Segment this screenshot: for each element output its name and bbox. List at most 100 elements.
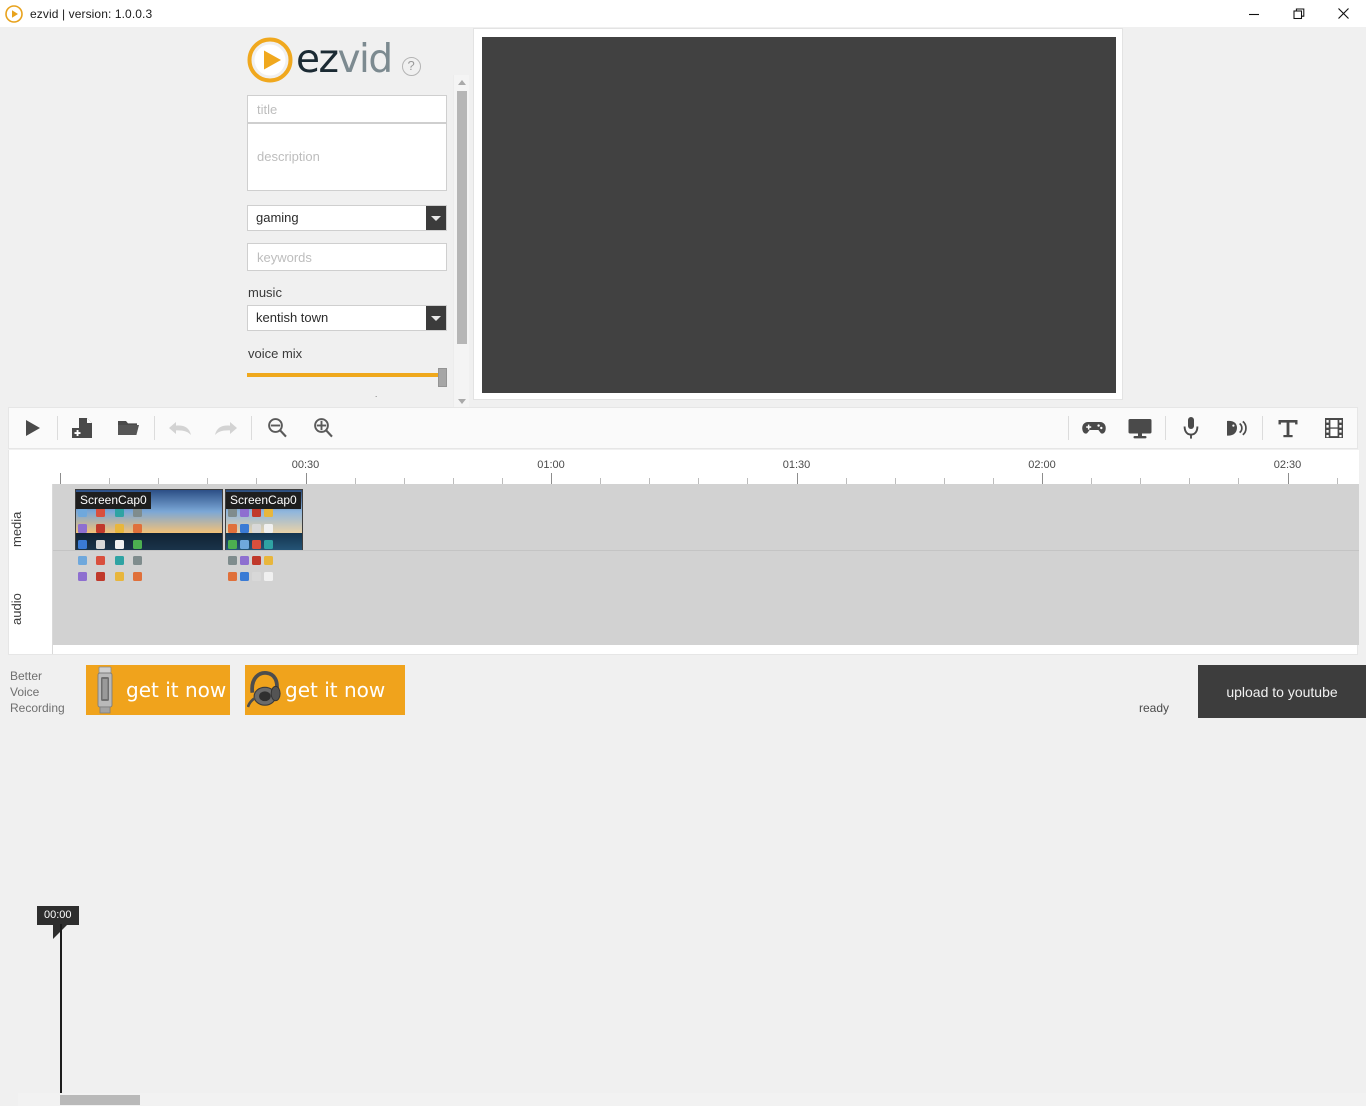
ruler-label: 02:00	[1028, 459, 1056, 471]
preview-panel	[473, 28, 1123, 400]
music-select[interactable]: kentish town	[247, 305, 447, 331]
description-input[interactable]	[247, 123, 447, 191]
video-preview-surface[interactable]	[482, 37, 1116, 393]
zoom-out-icon	[265, 416, 289, 440]
details-panel-vertical-scrollbar[interactable]	[453, 75, 469, 408]
close-button[interactable]	[1321, 0, 1366, 27]
headset-photo	[247, 666, 281, 714]
desktop-icon	[78, 508, 87, 517]
promo-ad-headset[interactable]: get it now	[245, 665, 405, 715]
toolbar-divider	[154, 416, 155, 440]
desktop-icon	[264, 524, 273, 533]
bottom-bar: Better Voice Recording get it now get it…	[0, 657, 1366, 722]
editor-toolbar	[8, 407, 1358, 449]
promo-tagline-line2: Voice	[10, 684, 65, 700]
text-tool-icon	[1276, 416, 1300, 440]
playhead-line[interactable]	[60, 924, 62, 1094]
toolbar-divider	[1262, 416, 1263, 440]
capture-game-button[interactable]	[1071, 407, 1117, 449]
clip-label: ScreenCap0	[226, 492, 301, 509]
record-voice-button[interactable]	[1168, 407, 1214, 449]
add-media-button[interactable]	[60, 407, 106, 449]
category-select[interactable]: gaming	[247, 205, 447, 231]
zoom-out-button[interactable]	[254, 407, 300, 449]
ruler-label: 02:30	[1274, 459, 1302, 471]
ruler-tick-major	[797, 473, 798, 484]
text-to-speech-button[interactable]	[1214, 407, 1260, 449]
desktop-icon	[228, 540, 237, 549]
undo-icon	[167, 417, 193, 439]
desktop-icon	[133, 556, 142, 565]
minimize-icon	[1248, 8, 1260, 20]
play-circle-icon	[5, 5, 23, 23]
zoom-in-button[interactable]	[300, 407, 346, 449]
desktop-icon	[78, 540, 87, 549]
timeline-ruler[interactable]: 00:3001:0001:3002:0002:30	[9, 450, 1359, 484]
desktop-icon	[96, 572, 105, 581]
keywords-input[interactable]	[247, 243, 447, 271]
desktop-icon	[133, 508, 142, 517]
status-text: ready	[1139, 701, 1169, 715]
desktop-icon	[96, 524, 105, 533]
desktop-icon	[228, 508, 237, 517]
promo-tagline-line1: Better	[10, 668, 65, 684]
restore-button[interactable]	[1276, 0, 1321, 27]
timeline[interactable]: 00:3001:0001:3002:0002:30 media audio Sc…	[8, 450, 1358, 655]
desktop-icon	[264, 572, 273, 581]
close-icon	[1337, 7, 1350, 20]
open-folder-button[interactable]	[106, 407, 152, 449]
chevron-down-icon[interactable]	[426, 206, 446, 230]
voice-mix-slider[interactable]	[247, 368, 447, 382]
desktop-icon	[78, 524, 87, 533]
minimize-button[interactable]	[1231, 0, 1276, 27]
timeline-horizontal-scrollbar[interactable]	[18, 1093, 1366, 1106]
scroll-up-icon[interactable]	[454, 75, 470, 89]
promo-ad-microphone[interactable]: get it now	[86, 665, 230, 715]
promo-ad-microphone-label: get it now	[126, 678, 226, 702]
ruler-label: 01:30	[783, 459, 811, 471]
voice-mix-slider-handle[interactable]	[438, 368, 447, 387]
ruler-label: 01:00	[537, 459, 565, 471]
desktop-icon	[115, 572, 124, 581]
desktop-icon	[96, 540, 105, 549]
media-track[interactable]: ScreenCap0ScreenCap0	[53, 484, 1359, 550]
zoom-in-icon	[311, 416, 335, 440]
play-button[interactable]	[9, 407, 55, 449]
desktop-icon	[252, 524, 261, 533]
slideshow-button[interactable]	[1311, 407, 1357, 449]
redo-button[interactable]	[203, 407, 249, 449]
desktop-icon	[240, 572, 249, 581]
desktop-icon	[228, 524, 237, 533]
title-input[interactable]	[247, 95, 447, 123]
upload-to-youtube-button[interactable]: upload to youtube	[1198, 665, 1366, 718]
timeline-scrollbar-thumb[interactable]	[60, 1095, 140, 1105]
window-title: ezvid | version: 1.0.0.3	[30, 7, 152, 21]
desktop-icon	[115, 540, 124, 549]
window-controls	[1231, 0, 1366, 27]
voice-mix-slider-track	[247, 373, 443, 377]
help-icon[interactable]: ?	[402, 57, 421, 76]
scroll-down-icon[interactable]	[454, 394, 470, 408]
speech-synth-icon	[1224, 417, 1250, 439]
desktop-icon	[115, 524, 124, 533]
desktop-icon	[78, 572, 87, 581]
toolbar-right-group	[1066, 407, 1357, 449]
desktop-icon	[264, 556, 273, 565]
add-text-button[interactable]	[1265, 407, 1311, 449]
microphone-icon	[1181, 415, 1201, 441]
ruler-tick-major	[306, 473, 307, 484]
desktop-icon	[228, 556, 237, 565]
vertical-scrollbar-thumb[interactable]	[457, 91, 467, 344]
track-label-audio: audio	[9, 572, 53, 646]
video-details-panel: gaming music kentish town voice mix more…	[240, 75, 470, 397]
desktop-icon	[96, 556, 105, 565]
toolbar-divider	[251, 416, 252, 440]
desktop-icon	[133, 572, 142, 581]
chevron-down-icon[interactable]	[426, 306, 446, 330]
add-media-icon	[71, 416, 95, 440]
capture-screen-button[interactable]	[1117, 407, 1163, 449]
desktop-icon	[133, 540, 142, 549]
desktop-icon	[252, 540, 261, 549]
more-music-link[interactable]: more music	[247, 394, 454, 397]
undo-button[interactable]	[157, 407, 203, 449]
